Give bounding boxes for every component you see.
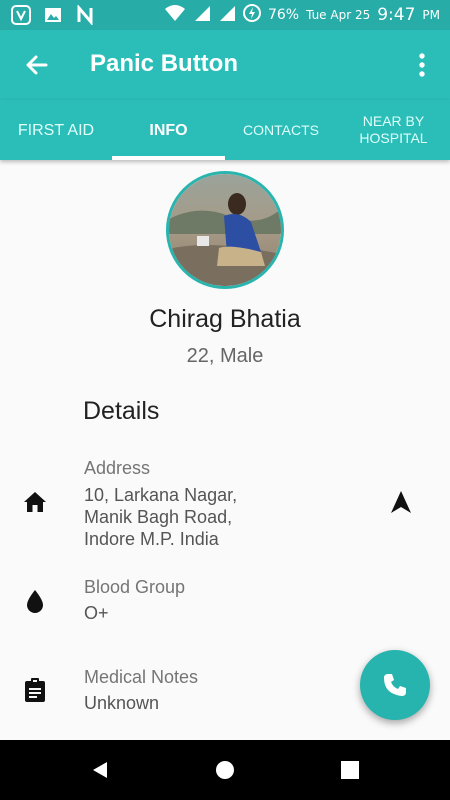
profile-name: Chirag Bhatia — [149, 305, 301, 333]
tab-contacts[interactable]: CONTACTS — [225, 100, 337, 160]
home-icon — [22, 489, 48, 515]
tab-first-aid[interactable]: FIRST AID — [0, 100, 112, 160]
clipboard-icon — [22, 677, 48, 703]
nav-back-icon[interactable] — [90, 760, 110, 784]
signal-icon-2 — [218, 4, 236, 26]
blood-group-label: Blood Group — [84, 577, 186, 597]
wifi-icon — [164, 4, 186, 26]
address-label: Address — [84, 458, 151, 478]
active-tab-indicator — [112, 156, 225, 160]
nav-recents-icon[interactable] — [341, 761, 359, 783]
system-nav-bar — [0, 740, 450, 800]
tab-bar: FIRST AID INFO CONTACTS NEAR BY HOSPITAL — [0, 100, 450, 160]
tab-info[interactable]: INFO — [112, 100, 225, 160]
address-value: 10, Larkana Nagar, Manik Bagh Road, Indo… — [84, 485, 238, 549]
avatar — [166, 171, 284, 289]
nav-home-icon[interactable] — [215, 760, 235, 784]
status-time: 9:47 — [377, 5, 416, 25]
saavn-app-icon — [10, 5, 32, 25]
call-button[interactable] — [360, 650, 430, 720]
blood-drop-icon — [22, 588, 48, 614]
details-heading: Details — [83, 397, 160, 425]
back-arrow-icon[interactable] — [22, 50, 52, 80]
status-bar: 76% Tue Apr 25 9:47 PM — [0, 0, 450, 30]
battery-percent: 76% — [267, 7, 300, 23]
tab-near-by-hospital[interactable]: NEAR BY HOSPITAL — [337, 100, 450, 160]
page-title: Panic Button — [90, 50, 238, 77]
navigation-arrow-icon[interactable] — [389, 489, 415, 515]
status-ampm: PM — [422, 8, 440, 22]
signal-icon-1 — [193, 4, 211, 26]
status-date: Tue Apr 25 — [306, 8, 371, 22]
phone-icon — [384, 674, 406, 696]
overflow-menu-icon[interactable] — [418, 52, 426, 78]
medical-notes-label: Medical Notes — [84, 667, 199, 687]
gallery-icon — [42, 5, 64, 25]
app-n-icon — [74, 5, 96, 25]
medical-notes-value: Unknown — [84, 693, 160, 713]
blood-group-value: O+ — [84, 603, 109, 623]
battery-saver-icon — [242, 4, 261, 26]
profile-age-gender: 22, Male — [186, 345, 264, 367]
app-bar: Panic Button — [0, 30, 450, 100]
